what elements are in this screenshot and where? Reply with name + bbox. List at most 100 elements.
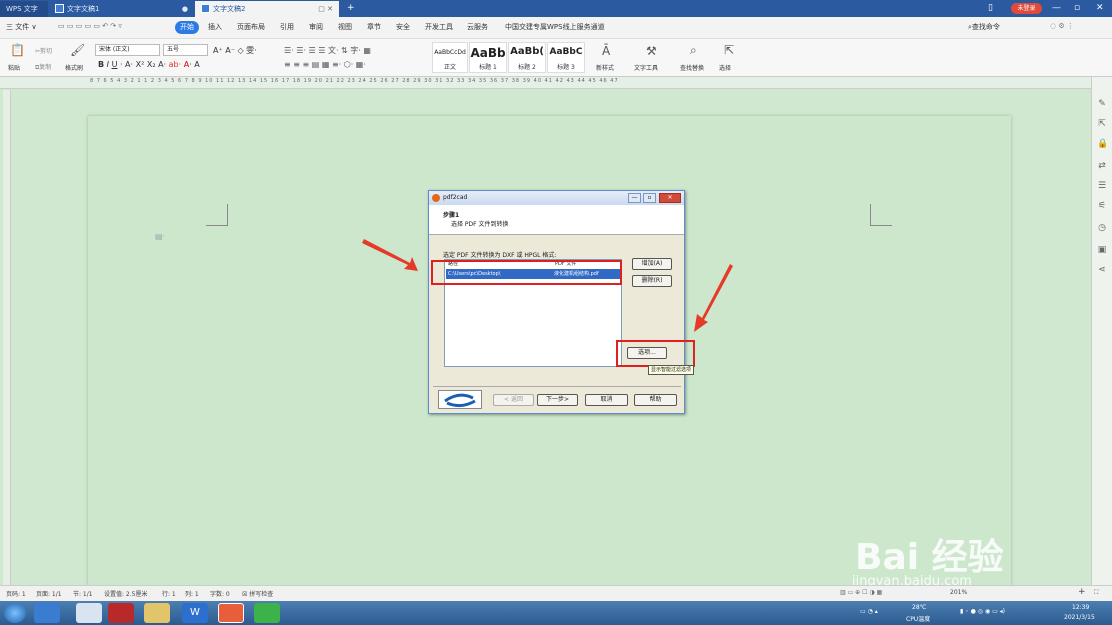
font-size-tools[interactable]: A⁺ A⁻ ◇ 雯· (213, 45, 257, 56)
style-heading-3[interactable]: AaBbC 标题 3 (547, 42, 585, 73)
tray-icons-right[interactable]: ▮ ◦ ● ◎ ◉ ▭ ◂) (960, 608, 1005, 615)
backup-icon[interactable]: ▣ (1097, 245, 1107, 255)
format-painter-label[interactable]: 格式刷 (65, 63, 83, 72)
status-setting[interactable]: 设置值: 2.5厘米 (104, 589, 147, 598)
font-format-tools[interactable]: B I U · A· X² X₂ A· ab· A· A (98, 60, 200, 69)
new-tab-icon[interactable]: + (347, 2, 355, 15)
tab-wps-home[interactable]: WPS 文字 (0, 1, 48, 17)
close-window-icon[interactable]: ✕ (1096, 2, 1104, 15)
quick-access-icons[interactable]: ▭ ▭ ▭ ▭ ▭ ↶ ↷ ▿ (58, 22, 122, 30)
text-tools-label[interactable]: 文字工具 (634, 63, 658, 72)
minimize-icon[interactable]: — (1052, 2, 1061, 15)
history-icon[interactable]: ◷ (1097, 223, 1107, 233)
clock-time[interactable]: 12:39 (1072, 604, 1089, 611)
pointer-icon[interactable]: ⇱ (1097, 119, 1107, 129)
close-icon[interactable]: ▢ ✕ (318, 1, 333, 17)
zoom-level[interactable]: 201% (950, 589, 967, 596)
style-heading-1[interactable]: AaBb 标题 1 (469, 42, 507, 73)
view-mode-icons[interactable]: ▥ ▭ ⊕ ☐ ◑ ▦ (840, 589, 882, 596)
status-pages[interactable]: 页面: 1/1 (36, 589, 62, 598)
font-name-select[interactable]: 宋体 (正文) (95, 44, 160, 56)
lock-icon[interactable]: 🔒 (1097, 139, 1108, 149)
search-command[interactable]: ⌕查找命令 (968, 22, 1000, 32)
dialog-title-bar[interactable]: pdf2cad — ▫ ✕ (429, 191, 684, 205)
window-mode-icon[interactable]: ▯ (988, 2, 993, 15)
paste-label[interactable]: 粘贴 (8, 63, 20, 72)
tab-document-1[interactable]: 文字文稿1 ● (49, 1, 194, 17)
taskbar-app-3[interactable] (108, 603, 134, 623)
align-tools[interactable]: ≡ ≡ ≡ ▤ ▦ ≡· ⬡· ▦· (284, 60, 366, 69)
taskbar-app-1[interactable] (34, 603, 60, 623)
maximize-icon[interactable]: ▫ (1074, 2, 1080, 15)
menu-file[interactable]: 三 文件 ∨ (6, 22, 37, 32)
login-badge[interactable]: 未登录 (1011, 3, 1042, 14)
status-column[interactable]: 列: 1 (185, 589, 199, 598)
paste-icon[interactable]: 📋 (10, 43, 25, 57)
new-style-icon[interactable]: Ā (602, 44, 610, 58)
taskbar-folder[interactable] (144, 603, 170, 623)
menu-start[interactable]: 开始 (175, 21, 199, 34)
menu-security[interactable]: 安全 (396, 22, 410, 32)
menu-page-layout[interactable]: 页面布局 (237, 22, 265, 32)
dialog-close-button[interactable]: ✕ (659, 193, 681, 203)
settings-sliders-icon[interactable]: ⚟ (1097, 201, 1107, 211)
vertical-ruler[interactable] (3, 90, 11, 585)
menu-reference[interactable]: 引用 (280, 22, 294, 32)
new-style-label[interactable]: 新样式 (596, 63, 614, 72)
zoom-in-icon[interactable]: + (1078, 587, 1086, 597)
status-row[interactable]: 行: 1 (162, 589, 176, 598)
text-tools-icon[interactable]: ⚒ (646, 44, 657, 58)
menu-chapter[interactable]: 章节 (367, 22, 381, 32)
dialog-maximize-button[interactable]: ▫ (643, 193, 656, 203)
copy-label: 复制 (39, 64, 52, 71)
status-word-count[interactable]: 字数: 0 (210, 589, 230, 598)
dialog-minimize-button[interactable]: — (628, 193, 641, 203)
select-cursor-icon[interactable]: ⇱ (724, 43, 734, 57)
menu-review[interactable]: 审阅 (309, 22, 323, 32)
status-page-number[interactable]: 页码: 1 (6, 589, 26, 598)
taskbar-wechat[interactable] (254, 603, 280, 623)
font-size-select[interactable]: 五号 (163, 44, 208, 56)
share-icon[interactable]: ⋖ (1097, 265, 1107, 275)
taskbar-calculator[interactable] (76, 603, 102, 623)
start-button[interactable] (4, 603, 26, 623)
add-button[interactable]: 增加(A) (632, 258, 672, 270)
search-command-label: 查找命令 (971, 23, 1000, 31)
help-button[interactable]: 帮助 (634, 394, 677, 406)
close-icon[interactable]: ● (182, 1, 188, 17)
menu-cloud[interactable]: 云服务 (467, 22, 488, 32)
paragraph-icon[interactable]: ▤· (155, 232, 165, 241)
back-button[interactable]: < 返回 (493, 394, 534, 406)
menu-insert[interactable]: 插入 (208, 22, 222, 32)
menu-developer[interactable]: 开发工具 (425, 22, 453, 32)
copy-button[interactable]: ⧉复制 (35, 62, 51, 72)
style-heading-2[interactable]: AaBb(标题 2 (508, 42, 546, 73)
list-tools[interactable]: ☰· ☰· ☰ ☰ 文· ⇅ 字· ▦ (284, 45, 371, 56)
pen-icon[interactable]: ✎ (1097, 99, 1107, 109)
fullscreen-icon[interactable]: ⛶ (1094, 589, 1098, 597)
delete-button[interactable]: 删除(R) (632, 275, 672, 287)
horizontal-ruler[interactable]: 8 7 6 5 4 3 2 1 1 2 3 4 5 6 7 8 9 10 11 … (0, 77, 1112, 89)
tab-document-2[interactable]: 文字文稿2 ▢ ✕ (195, 1, 339, 17)
cpu-temperature: 28℃ (912, 604, 927, 611)
list-icon[interactable]: ☰ (1097, 181, 1107, 191)
tray-icons-left[interactable]: ▭ ◔ ▴ (860, 608, 878, 615)
find-replace-label[interactable]: 查找替换 (680, 63, 704, 72)
menu-service-channel[interactable]: 中国交建专属WPS线上服务通道 (505, 22, 605, 32)
cancel-button[interactable]: 取消 (585, 394, 628, 406)
taskbar-wps-writer[interactable]: W (182, 603, 208, 623)
status-section[interactable]: 节: 1/1 (73, 589, 93, 598)
translate-icon[interactable]: ⇄ (1097, 161, 1107, 171)
spell-check[interactable]: ☒ 拼写检查 (242, 589, 273, 598)
header-tools-icons[interactable]: ◌ ⚙ ⋮ (1050, 22, 1074, 30)
clock-date[interactable]: 2021/3/15 (1064, 614, 1095, 621)
menu-view[interactable]: 视图 (338, 22, 352, 32)
format-painter-icon[interactable]: 🖌 (70, 43, 85, 57)
find-replace-icon[interactable]: ⌕ (690, 43, 697, 58)
cut-button[interactable]: ✂剪切 (35, 46, 52, 55)
select-label[interactable]: 选择 (719, 63, 731, 72)
taskbar-pdf2cad[interactable] (218, 603, 244, 623)
next-button[interactable]: 下一步> (537, 394, 578, 406)
style-normal[interactable]: AaBbCcDd 正文 (432, 42, 468, 73)
step-title: 步骤1 (443, 212, 460, 219)
